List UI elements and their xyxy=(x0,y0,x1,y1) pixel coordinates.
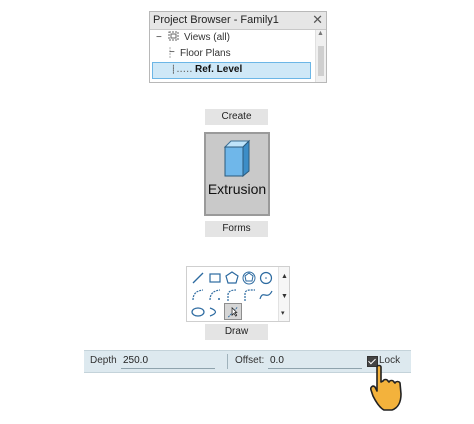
close-icon[interactable]: ✕ xyxy=(312,12,323,28)
depth-input[interactable]: 250.0 xyxy=(121,354,215,369)
line-icon[interactable] xyxy=(190,270,206,286)
hand-pointer-cursor-icon xyxy=(370,364,410,414)
polygon-icon[interactable] xyxy=(224,270,240,286)
options-bar: Depth 250.0 Offset: 0.0 Lock xyxy=(84,350,411,373)
offset-label: Offset: xyxy=(235,355,265,366)
create-panel-label: Create xyxy=(205,109,268,125)
tangent-arc-icon[interactable] xyxy=(224,287,240,303)
scroll-down-icon[interactable]: ▼ xyxy=(281,293,288,300)
fillet-arc-icon[interactable] xyxy=(241,287,257,303)
project-browser-title: Project Browser - Family1 xyxy=(153,14,279,26)
draw-gallery: ▲ ▼ ▾ xyxy=(186,266,290,322)
tree-expander-views[interactable]: − xyxy=(156,32,162,43)
depth-label: Depth xyxy=(90,355,117,366)
start-end-arc-icon[interactable] xyxy=(190,287,206,303)
rectangle-icon[interactable] xyxy=(207,270,223,286)
project-browser-titlebar: Project Browser - Family1 ✕ xyxy=(150,12,326,30)
separator xyxy=(227,354,228,369)
draw-gallery-scrollbar[interactable]: ▲ ▼ ▾ xyxy=(278,267,289,321)
circumscribed-polygon-icon[interactable] xyxy=(241,270,257,286)
forms-panel-label: Forms xyxy=(205,221,268,237)
tree-item-floor-plans[interactable]: Floor Plans xyxy=(180,48,231,59)
extrusion-box-icon xyxy=(223,139,251,178)
scroll-up-icon[interactable]: ▲ xyxy=(281,273,288,280)
pick-lines-icon[interactable] xyxy=(224,303,242,320)
views-icon xyxy=(168,31,179,41)
tree-item-label: Ref. Level xyxy=(195,64,243,75)
tree-connector: ┊..... xyxy=(171,65,193,74)
spline-icon[interactable] xyxy=(258,287,274,303)
extrusion-button-label: Extrusion xyxy=(207,181,267,197)
ellipse-icon[interactable] xyxy=(190,304,206,320)
scroll-thumb[interactable] xyxy=(318,46,324,76)
draw-panel-label: Draw xyxy=(205,324,268,340)
project-browser: Project Browser - Family1 ✕ − Views (all… xyxy=(149,11,327,83)
tree-item-views-all[interactable]: Views (all) xyxy=(184,32,230,43)
expand-gallery-icon[interactable]: ▾ xyxy=(281,309,285,317)
offset-input[interactable]: 0.0 xyxy=(268,354,362,369)
scroll-up-icon[interactable]: ▲ xyxy=(317,30,324,37)
extrusion-button[interactable]: Extrusion xyxy=(204,132,270,216)
circle-icon[interactable] xyxy=(258,270,274,286)
center-ends-arc-icon[interactable] xyxy=(207,287,223,303)
project-browser-scrollbar[interactable]: ▲ xyxy=(315,30,326,82)
tree-item-ref-level[interactable]: Ref. Level ┊..... xyxy=(152,62,311,79)
partial-ellipse-icon[interactable] xyxy=(207,304,223,320)
tree-expander-floor-plans[interactable]: − xyxy=(169,47,175,58)
